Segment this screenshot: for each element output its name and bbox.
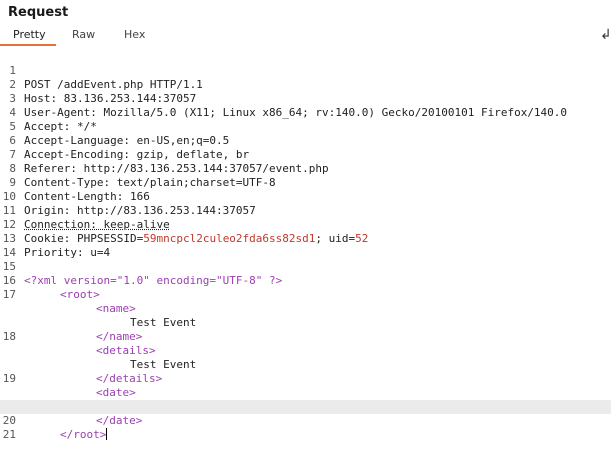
code-line: 12 Cookie: PHPSESSID=59mncpcl2culeo2fda6… [0, 204, 611, 245]
code-line: Test Event [0, 288, 611, 329]
request-editor[interactable]: 1 POST /addEvent.php HTTP/1.1 2 Host: 83… [0, 48, 611, 441]
code-line: 4 Accept: */* [0, 92, 611, 133]
code-line: 3 User-Agent: Mozilla/5.0 (X11; Linux x8… [0, 78, 611, 119]
closing-root-tag: </root> [60, 428, 107, 441]
code-line: 14 [0, 232, 611, 259]
code-line: </details> [0, 344, 611, 385]
tab-pretty[interactable]: Pretty [13, 28, 46, 41]
text-wrap-icon[interactable]: ↲ [600, 27, 611, 43]
code-line: 13 Priority: u=4 [0, 218, 611, 259]
line-number: 21 [2, 428, 16, 441]
code-line: 1 POST /addEvent.php HTTP/1.1 [0, 50, 611, 91]
code-line: 8 Content-Type: text/plain;charset=UTF-8 [0, 148, 611, 189]
code-line: 2 Host: 83.136.253.144:37057 [0, 64, 611, 105]
code-line: Test Event [0, 330, 611, 371]
code-line: 11 Connection: keep-alive [0, 190, 611, 231]
tab-bar: Pretty Raw Hex ↲ [0, 26, 611, 46]
code-line: 18 <details> [0, 316, 611, 357]
code-line: 17 <name> [0, 274, 611, 315]
current-code-line: 20 </root> [0, 400, 611, 441]
code-line: 16 <root> [0, 260, 611, 301]
code-line: 21 [0, 414, 611, 441]
tab-hex[interactable]: Hex [124, 28, 145, 41]
code-line: 15 <?xml version="1.0" encoding="UTF-8" … [0, 246, 611, 287]
tab-raw[interactable]: Raw [72, 28, 95, 41]
code-line: 10 Origin: http://83.136.253.144:37057 [0, 176, 611, 217]
code-line: </name> [0, 302, 611, 343]
code-line: </date> [0, 386, 611, 427]
line-text: </root> [60, 428, 108, 442]
text-caret [106, 428, 108, 440]
code-line: 9 Content-Length: 166 [0, 162, 611, 203]
code-line: 2025-12-01 [0, 372, 611, 413]
code-line: 5 Accept-Language: en-US,en;q=0.5 [0, 106, 611, 147]
active-tab-indicator [0, 44, 56, 46]
code-line: 7 Referer: http://83.136.253.144:37057/e… [0, 134, 611, 175]
code-line: 19 <date> [0, 358, 611, 399]
code-line: 6 Accept-Encoding: gzip, deflate, br [0, 120, 611, 161]
panel-title: Request [8, 5, 69, 20]
